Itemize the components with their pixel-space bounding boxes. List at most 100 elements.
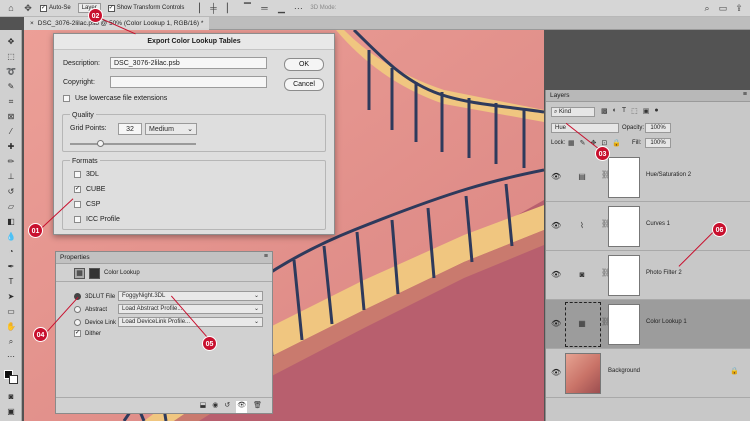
search-icon[interactable]: ⌕ bbox=[702, 3, 712, 13]
zoom-tool-icon[interactable]: ⌕ bbox=[3, 336, 19, 347]
eye-icon[interactable]: 👁 bbox=[551, 368, 561, 378]
format-cube-option[interactable]: ✓ CUBE bbox=[74, 186, 105, 193]
shape-filter-icon[interactable]: ⬚ bbox=[631, 107, 638, 115]
layer-row[interactable]: 👁 Background 🔒 bbox=[546, 349, 750, 398]
lut-file-row[interactable]: 3DLUT File bbox=[74, 293, 115, 300]
home-icon[interactable]: ⌂ bbox=[6, 3, 16, 13]
abstract-dropdown[interactable]: Load Abstract Profile... ⌄ bbox=[118, 304, 263, 314]
panel-menu-icon[interactable]: ≡ bbox=[743, 91, 747, 98]
format-icc-checkbox[interactable] bbox=[74, 216, 81, 223]
properties-title[interactable]: Properties bbox=[60, 254, 90, 261]
format-csp-checkbox[interactable] bbox=[74, 201, 81, 208]
view-previous-icon[interactable]: ◉ bbox=[212, 401, 218, 413]
move-tool-icon[interactable]: ✥ bbox=[3, 36, 19, 47]
history-brush-icon[interactable]: ↺ bbox=[3, 186, 19, 197]
blend-mode-dropdown[interactable]: Hue bbox=[551, 123, 619, 133]
ok-button[interactable]: OK bbox=[284, 58, 324, 71]
more-options-icon[interactable]: ⋯ bbox=[293, 3, 303, 13]
format-3dl-checkbox[interactable] bbox=[74, 171, 81, 178]
panel-menu-icon[interactable]: ≡ bbox=[264, 253, 268, 260]
align-top-icon[interactable]: ▔ bbox=[242, 3, 252, 13]
clip-to-layer-icon[interactable]: ⬓ bbox=[200, 401, 207, 413]
frame-tool-icon[interactable]: ⊠ bbox=[3, 111, 19, 122]
dodge-tool-icon[interactable]: ◔ bbox=[3, 246, 19, 257]
format-cube-checkbox[interactable]: ✓ bbox=[74, 186, 81, 193]
lock-pixels-icon[interactable]: ✎ bbox=[580, 139, 586, 147]
lowercase-extensions-option[interactable]: Use lowercase file extensions bbox=[63, 95, 167, 102]
gradient-tool-icon[interactable]: ◧ bbox=[3, 216, 19, 227]
pen-tool-icon[interactable]: ✒ bbox=[3, 261, 19, 272]
visibility-icon[interactable]: 👁 bbox=[236, 401, 248, 413]
lock-all-icon[interactable]: 🔒 bbox=[612, 139, 621, 147]
healing-brush-icon[interactable]: ✚ bbox=[3, 141, 19, 152]
lasso-tool-icon[interactable]: ➰ bbox=[3, 66, 19, 77]
type-filter-icon[interactable]: T bbox=[622, 107, 626, 115]
lock-transparency-icon[interactable]: ▦ bbox=[568, 139, 575, 147]
close-tab-icon[interactable]: × bbox=[30, 17, 34, 30]
eye-icon[interactable]: 👁 bbox=[551, 270, 561, 280]
layer-row-selected[interactable]: 👁 ▦ ⛓ Color Lookup 1 bbox=[546, 300, 750, 349]
filter-toggle-icon[interactable]: ● bbox=[654, 107, 658, 115]
auto-select-checkbox[interactable]: ✓ Auto-Se bbox=[40, 4, 71, 12]
device-link-row[interactable]: Device Link bbox=[74, 319, 116, 326]
abstract-radio[interactable] bbox=[74, 306, 81, 313]
marquee-tool-icon[interactable]: ⬚ bbox=[3, 51, 19, 62]
eraser-tool-icon[interactable]: ▱ bbox=[3, 201, 19, 212]
device-link-radio[interactable] bbox=[74, 319, 81, 326]
pixel-filter-icon[interactable]: ▩ bbox=[601, 107, 608, 115]
brush-tool-icon[interactable]: ✏ bbox=[3, 156, 19, 167]
align-center-icon[interactable]: ╪ bbox=[208, 3, 218, 13]
quick-select-tool-icon[interactable]: ✎ bbox=[3, 81, 19, 92]
abstract-row[interactable]: Abstract bbox=[74, 306, 107, 313]
trash-icon[interactable]: 🗑 bbox=[253, 401, 262, 413]
background-thumbnail[interactable] bbox=[565, 353, 601, 394]
description-field[interactable]: DSC_3076-2lilac.psb bbox=[110, 57, 267, 69]
workspace-icon[interactable]: ▭ bbox=[718, 3, 728, 13]
document-tab[interactable]: × DSC_3076-2lilac.psb @ 50% (Color Looku… bbox=[24, 17, 210, 30]
clone-stamp-icon[interactable]: ⊥ bbox=[3, 171, 19, 182]
move-tool-icon[interactable]: ✥ bbox=[23, 3, 33, 13]
filter-kind-dropdown[interactable]: ⌕ Kind bbox=[551, 107, 595, 117]
screen-mode-icon[interactable]: ▣ bbox=[3, 406, 19, 417]
eye-icon[interactable]: 👁 bbox=[551, 319, 561, 329]
adjustment-filter-icon[interactable]: ◐ bbox=[613, 107, 617, 115]
quality-dropdown[interactable]: Medium ⌄ bbox=[145, 123, 197, 135]
mask-icon[interactable] bbox=[89, 268, 100, 279]
eye-icon[interactable]: 👁 bbox=[551, 221, 561, 231]
align-left-icon[interactable]: ▕ bbox=[191, 3, 201, 13]
type-tool-icon[interactable]: T bbox=[3, 276, 19, 287]
quick-mask-icon[interactable]: ◙ bbox=[3, 391, 19, 402]
quality-slider-track[interactable] bbox=[70, 143, 196, 145]
show-transform-checkbox[interactable]: ✓ Show Transform Controls bbox=[107, 4, 184, 12]
layer-row[interactable]: 👁 ◙ ⛓ Photo Filter 2 bbox=[546, 251, 750, 300]
eye-icon[interactable]: 👁 bbox=[551, 172, 561, 182]
fill-field[interactable]: 100% bbox=[645, 138, 671, 148]
align-middle-icon[interactable]: ═ bbox=[259, 3, 269, 13]
layer-mask-thumbnail[interactable] bbox=[608, 157, 640, 198]
blur-tool-icon[interactable]: 💧 bbox=[3, 231, 19, 242]
layer-mask-thumbnail[interactable] bbox=[608, 255, 640, 296]
hand-tool-icon[interactable]: ✋ bbox=[3, 321, 19, 332]
crop-tool-icon[interactable]: ⌗ bbox=[3, 96, 19, 107]
layer-row[interactable]: 👁 ▤ ⛓ Hue/Saturation 2 bbox=[546, 153, 750, 202]
background-color-swatch[interactable] bbox=[9, 375, 18, 384]
quality-slider-thumb[interactable] bbox=[97, 140, 104, 147]
opacity-field[interactable]: 100% bbox=[645, 123, 671, 133]
layer-mask-thumbnail[interactable] bbox=[608, 304, 640, 345]
grid-points-field[interactable]: 32 bbox=[118, 123, 142, 135]
path-select-icon[interactable]: ➤ bbox=[3, 291, 19, 302]
align-bottom-icon[interactable]: ▁ bbox=[276, 3, 286, 13]
dither-checkbox[interactable]: ✓ bbox=[74, 330, 81, 337]
auto-select-check[interactable]: ✓ bbox=[40, 4, 47, 12]
copyright-field[interactable] bbox=[110, 76, 267, 88]
layer-mask-thumbnail[interactable] bbox=[608, 206, 640, 247]
lut-file-dropdown[interactable]: FoggyNight.3DL ⌄ bbox=[118, 291, 263, 301]
layers-title[interactable]: Layers bbox=[550, 92, 570, 99]
format-3dl-option[interactable]: 3DL bbox=[74, 171, 99, 178]
show-transform-check[interactable]: ✓ bbox=[107, 4, 115, 12]
reset-icon[interactable]: ↺ bbox=[224, 401, 230, 413]
eyedropper-tool-icon[interactable]: ⁄ bbox=[3, 126, 19, 137]
format-icc-option[interactable]: ICC Profile bbox=[74, 216, 120, 223]
share-icon[interactable]: ⇪ bbox=[734, 3, 744, 13]
rectangle-tool-icon[interactable]: ▭ bbox=[3, 306, 19, 317]
